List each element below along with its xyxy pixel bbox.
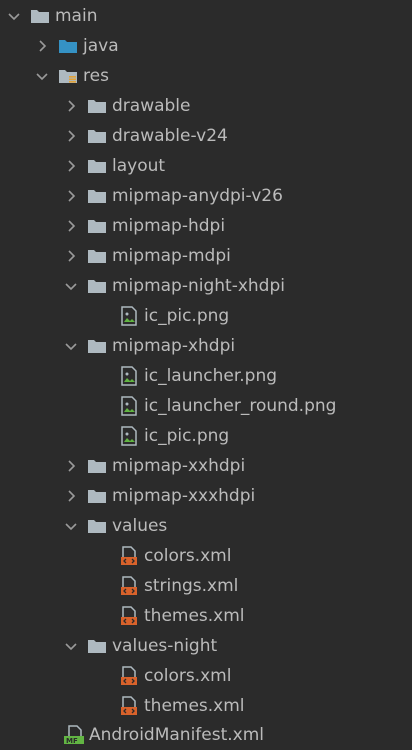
tree-item-label: ic_pic.png: [144, 306, 230, 326]
tree-item-xhdpi-ic-launcher-round[interactable]: ic_launcher_round.png: [118, 391, 412, 421]
tree-item-mipmap-mdpi[interactable]: mipmap-mdpi: [62, 241, 412, 271]
tree-item-values-night[interactable]: values-night: [62, 631, 412, 661]
xml-file-icon: [118, 666, 140, 686]
folder-icon: [86, 126, 108, 146]
chevron-right-icon[interactable]: [62, 97, 80, 115]
chevron-down-icon[interactable]: [33, 67, 51, 85]
folder-icon: [86, 156, 108, 176]
tree-item-label: themes.xml: [144, 696, 245, 716]
manifest-file-icon: MF: [63, 725, 85, 745]
tree-item-label: drawable: [112, 96, 191, 116]
image-file-icon: [118, 306, 140, 326]
chevron-right-icon[interactable]: [62, 187, 80, 205]
tree-item-manifest[interactable]: MF AndroidManifest.xml: [63, 720, 412, 750]
folder-icon: [86, 486, 108, 506]
tree-item-values[interactable]: values: [62, 511, 412, 541]
tree-item-label: layout: [112, 156, 166, 176]
tree-item-night-ic-pic[interactable]: ic_pic.png: [118, 301, 412, 331]
tree-item-label: drawable-v24: [112, 126, 228, 146]
chevron-down-icon[interactable]: [62, 277, 80, 295]
source-folder-icon: [57, 36, 79, 56]
tree-item-main[interactable]: main: [5, 1, 412, 31]
xml-file-icon: [118, 696, 140, 716]
tree-item-label: java: [83, 36, 119, 56]
folder-icon: [86, 96, 108, 116]
image-file-icon: [118, 426, 140, 446]
chevron-right-icon[interactable]: [33, 37, 51, 55]
tree-item-label: colors.xml: [144, 546, 232, 566]
tree-item-xhdpi-ic-launcher[interactable]: ic_launcher.png: [118, 361, 412, 391]
chevron-right-icon[interactable]: [62, 217, 80, 235]
tree-item-label: strings.xml: [144, 576, 239, 596]
tree-item-label: res: [83, 66, 109, 86]
tree-item-values-strings[interactable]: strings.xml: [118, 571, 412, 601]
folder-icon: [86, 336, 108, 356]
tree-item-java[interactable]: java: [33, 31, 412, 61]
xml-file-icon: [118, 546, 140, 566]
tree-item-label: mipmap-mdpi: [112, 246, 231, 266]
folder-icon: [86, 636, 108, 656]
chevron-down-icon[interactable]: [62, 337, 80, 355]
folder-icon: [86, 516, 108, 536]
tree-item-drawable-v24[interactable]: drawable-v24: [62, 121, 412, 151]
chevron-right-icon[interactable]: [62, 127, 80, 145]
image-file-icon: [118, 396, 140, 416]
tree-item-mipmap-xxhdpi[interactable]: mipmap-xxhdpi: [62, 451, 412, 481]
tree-item-xhdpi-ic-pic[interactable]: ic_pic.png: [118, 421, 412, 451]
tree-item-label: AndroidManifest.xml: [89, 725, 265, 745]
tree-item-label: colors.xml: [144, 666, 232, 686]
folder-icon: [86, 276, 108, 296]
tree-item-mipmap-xxxhdpi[interactable]: mipmap-xxxhdpi: [62, 481, 412, 511]
chevron-right-icon[interactable]: [62, 157, 80, 175]
chevron-right-icon[interactable]: [62, 247, 80, 265]
tree-item-drawable[interactable]: drawable: [62, 91, 412, 121]
folder-icon: [86, 456, 108, 476]
chevron-down-icon[interactable]: [5, 7, 23, 25]
svg-text:MF: MF: [66, 737, 78, 745]
tree-item-mipmap-night-xhdpi[interactable]: mipmap-night-xhdpi: [62, 271, 412, 301]
tree-item-label: mipmap-xxxhdpi: [112, 486, 256, 506]
project-tree: main java res drawable drawable-v24 layo…: [0, 0, 412, 750]
image-file-icon: [118, 366, 140, 386]
tree-item-night-colors[interactable]: colors.xml: [118, 661, 412, 691]
tree-item-layout[interactable]: layout: [62, 151, 412, 181]
xml-file-icon: [118, 606, 140, 626]
tree-item-label: ic_launcher.png: [144, 366, 278, 386]
tree-item-night-themes[interactable]: themes.xml: [118, 691, 412, 721]
resource-folder-icon: [57, 66, 79, 86]
tree-item-label: mipmap-hdpi: [112, 216, 226, 236]
tree-item-mipmap-anydpi-v26[interactable]: mipmap-anydpi-v26: [62, 181, 412, 211]
tree-item-label: themes.xml: [144, 606, 245, 626]
chevron-right-icon[interactable]: [62, 487, 80, 505]
tree-item-label: ic_launcher_round.png: [144, 396, 337, 416]
tree-item-label: mipmap-night-xhdpi: [112, 276, 285, 296]
tree-item-label: values: [112, 516, 168, 536]
tree-item-label: ic_pic.png: [144, 426, 230, 446]
folder-icon: [86, 246, 108, 266]
tree-item-values-themes[interactable]: themes.xml: [118, 601, 412, 631]
folder-icon: [86, 186, 108, 206]
tree-item-mipmap-hdpi[interactable]: mipmap-hdpi: [62, 211, 412, 241]
folder-icon: [86, 216, 108, 236]
chevron-down-icon[interactable]: [62, 637, 80, 655]
chevron-down-icon[interactable]: [62, 517, 80, 535]
tree-item-label: mipmap-anydpi-v26: [112, 186, 283, 206]
tree-item-values-colors[interactable]: colors.xml: [118, 541, 412, 571]
tree-item-res[interactable]: res: [33, 61, 412, 91]
tree-item-label: mipmap-xxhdpi: [112, 456, 246, 476]
tree-item-mipmap-xhdpi[interactable]: mipmap-xhdpi: [62, 331, 412, 361]
tree-item-label: values-night: [112, 636, 218, 656]
tree-item-label: mipmap-xhdpi: [112, 336, 236, 356]
chevron-right-icon[interactable]: [62, 457, 80, 475]
tree-item-label: main: [55, 6, 98, 26]
xml-file-icon: [118, 576, 140, 596]
folder-icon: [29, 6, 51, 26]
